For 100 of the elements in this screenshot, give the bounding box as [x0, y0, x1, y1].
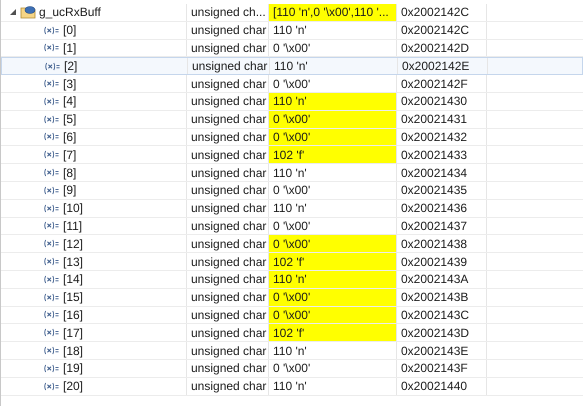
tree-row[interactable]: [4] unsigned char 110 'n' 0x20021430 [1, 92, 583, 111]
element-name: [15] [63, 290, 84, 304]
tree-row[interactable]: [12] unsigned char 0 '\x00' 0x20021438 [1, 235, 583, 254]
tree-row[interactable]: [3] unsigned char 0 '\x00' 0x2002142F [1, 75, 583, 93]
value-cell: 0 '\x00' [269, 360, 397, 377]
value-cell: 0 '\x00' [269, 306, 397, 324]
tree-row[interactable]: [18] unsigned char 110 'n' 0x2002143E [1, 342, 583, 360]
variable-icon [43, 346, 59, 356]
tree-row[interactable]: g_ucRxBuff unsigned ch... [110 'n',0 '\x00',110 '... 0x2002142C [1, 4, 583, 22]
address-text: 0x2002143C [401, 308, 470, 322]
value-cell: 110 'n' [269, 270, 397, 288]
tree-row[interactable]: [15] unsigned char 0 '\x00' 0x2002143B [1, 288, 583, 307]
address-text: 0x2002143F [401, 361, 468, 376]
element-name: [19] [63, 361, 84, 376]
variable-icon [43, 257, 59, 266]
type-text: unsigned char [191, 166, 266, 180]
address-text: 0x20021433 [401, 148, 468, 162]
variable-icon [43, 132, 59, 142]
type-text: unsigned char [191, 344, 266, 358]
address-text: 0x20021431 [401, 112, 468, 126]
value-cell: 0 '\x00' [269, 75, 397, 92]
address-text: 0x20021439 [401, 254, 468, 269]
address-text: 0x20021432 [401, 130, 468, 144]
type-text: unsigned char [191, 290, 266, 304]
element-name: [2] [64, 59, 78, 74]
element-name: [18] [63, 344, 84, 358]
address-text: 0x2002142C [401, 23, 470, 38]
address-text: 0x20021437 [401, 218, 468, 233]
value-cell: 0 '\x00' [269, 288, 397, 306]
expand-toggle-icon[interactable] [9, 8, 17, 16]
variable-icon [43, 382, 59, 391]
type-text: unsigned char [191, 218, 266, 233]
variable-icon [43, 328, 59, 338]
address-text: 0x20021438 [401, 236, 468, 251]
tree-row[interactable]: [5] unsigned char 0 '\x00' 0x20021431 [1, 110, 583, 129]
tree-row[interactable]: [10] unsigned char 110 'n' 0x20021436 [1, 200, 583, 218]
element-name: [0] [63, 23, 76, 38]
element-name: [5] [63, 112, 76, 126]
type-text: unsigned char [191, 272, 266, 286]
tree-row[interactable]: [8] unsigned char 110 'n' 0x20021434 [1, 164, 583, 182]
type-text: unsigned char [191, 76, 266, 91]
value-cell: 0 '\x00' [269, 235, 397, 252]
type-text: unsigned char [191, 201, 266, 216]
tree-row[interactable]: [6] unsigned char 0 '\x00' 0x20021432 [1, 128, 583, 146]
element-name: [16] [63, 308, 84, 322]
type-text: unsigned ch... [191, 5, 266, 20]
variable-icon [20, 5, 36, 20]
variable-icon [43, 43, 59, 52]
value-cell: 110 'n' [269, 200, 397, 217]
address-text: 0x20021436 [401, 201, 468, 216]
variable-icon [43, 114, 59, 124]
element-name: [14] [63, 272, 84, 286]
address-text: 0x2002143A [401, 272, 468, 286]
variable-icon [43, 96, 59, 106]
type-text: unsigned char [191, 94, 266, 108]
expression-name: g_ucRxBuff [39, 5, 101, 20]
type-text: unsigned char [191, 183, 266, 198]
type-text: unsigned char [191, 326, 266, 340]
address-text: 0x2002142E [402, 59, 470, 74]
tree-row[interactable]: [0] unsigned char 110 'n' 0x2002142C [1, 22, 583, 40]
tree-row[interactable]: [19] unsigned char 0 '\x00' 0x2002143F [1, 360, 583, 378]
address-text: 0x20021434 [401, 166, 468, 180]
element-name: [3] [63, 76, 76, 91]
tree-row[interactable]: [17] unsigned char 102 'f' 0x2002143D [1, 324, 583, 342]
variable-icon [43, 292, 59, 302]
type-text: unsigned char [191, 23, 266, 38]
element-name: [1] [63, 40, 76, 55]
variable-icon [43, 26, 59, 35]
variable-icon [43, 239, 59, 248]
element-name: [6] [63, 130, 76, 144]
value-cell: 102 'f' [269, 324, 397, 342]
value-cell: 0 '\x00' [269, 218, 397, 234]
tree-row[interactable]: [2] unsigned char 110 'n' 0x2002142E [1, 57, 583, 76]
tree-row[interactable]: [13] unsigned char 102 'f' 0x20021439 [1, 253, 583, 271]
tree-row[interactable]: [7] unsigned char 102 'f' 0x20021433 [1, 146, 583, 164]
type-text: unsigned char [191, 148, 266, 162]
type-text: unsigned char [191, 308, 266, 322]
element-name: [4] [63, 94, 76, 108]
element-name: [7] [63, 148, 76, 162]
tree-row[interactable]: [9] unsigned char 0 '\x00' 0x20021435 [1, 182, 583, 200]
value-cell: 110 'n' [269, 342, 397, 359]
address-text: 0x2002143E [401, 344, 468, 358]
value-cell: 0 '\x00' [269, 128, 397, 146]
value-cell: 110 'n' [269, 22, 397, 39]
type-text: unsigned char [191, 379, 266, 394]
address-text: 0x2002142F [401, 76, 468, 91]
value-cell: 110 'n' [269, 378, 397, 395]
address-text: 0x2002142C [401, 5, 470, 20]
type-text: unsigned char [191, 40, 266, 55]
element-name: [13] [63, 254, 84, 269]
variable-icon [43, 79, 59, 88]
value-cell: 110 'n' [269, 164, 397, 181]
value-cell: [110 'n',0 '\x00',110 '... [269, 4, 397, 21]
tree-row[interactable]: [14] unsigned char 110 'n' 0x2002143A [1, 270, 583, 289]
tree-row[interactable]: [20] unsigned char 110 'n' 0x20021440 [1, 378, 583, 396]
variable-icon [43, 310, 59, 320]
element-name: [17] [63, 326, 84, 340]
type-text: unsigned char [191, 254, 266, 269]
type-text: unsigned char [191, 130, 266, 144]
tree-row[interactable]: [16] unsigned char 0 '\x00' 0x2002143C [1, 306, 583, 324]
